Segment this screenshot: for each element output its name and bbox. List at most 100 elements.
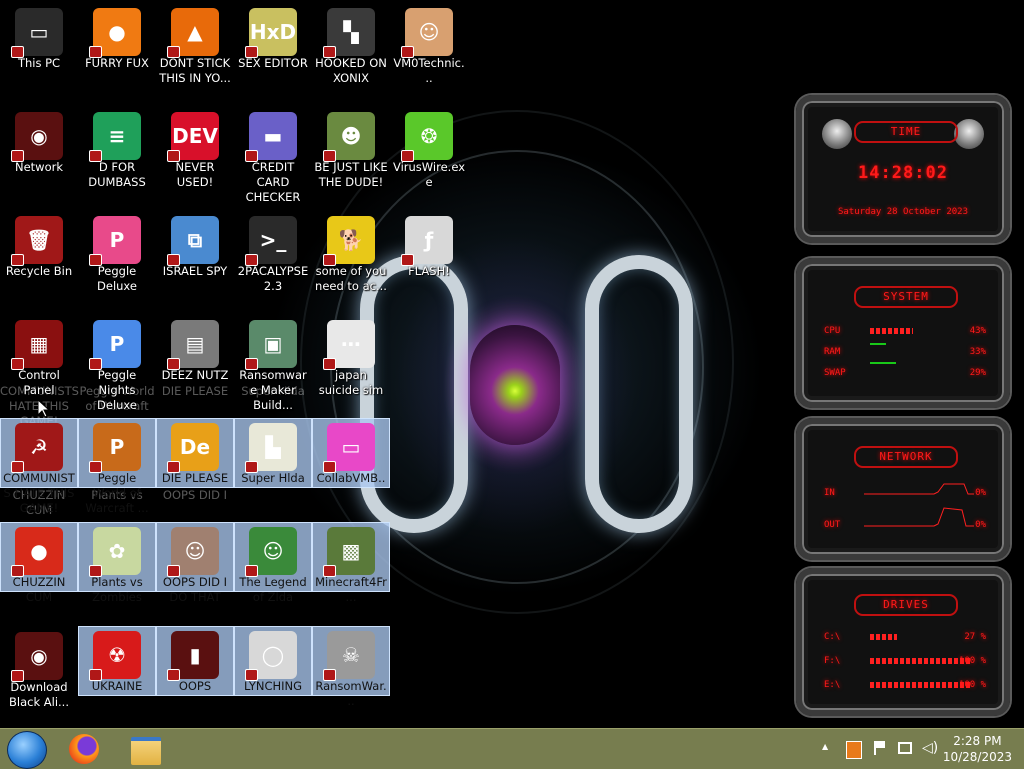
show-hidden-icons-button[interactable]: ▲ (822, 742, 828, 751)
desktop-icon[interactable]: ▮ OOPS (156, 626, 234, 696)
desktop-icon[interactable]: DEV NEVER USED! (156, 108, 234, 212)
start-button[interactable] (7, 731, 47, 769)
desktop-icon[interactable]: ☺ The Legend of Zlda (234, 522, 312, 604)
shortcut-badge-icon (323, 565, 336, 577)
desktop-icon[interactable]: ☢ UKRAINE (78, 626, 156, 696)
shortcut-badge-icon (167, 358, 180, 370)
system-gadget[interactable]: SYSTEM CPU 43% RAM 33% SWAP 29% (796, 258, 1010, 408)
program-icon: ● (11, 527, 63, 577)
desktop-icon[interactable]: ☺ OOPS DID I DO THAT (156, 522, 234, 604)
program-icon: ▬ (245, 112, 297, 162)
program-icon: ▣ (245, 320, 297, 370)
network-in-row: IN 0% (824, 483, 986, 500)
cpu-label: CPU (824, 326, 841, 336)
desktop-icon[interactable]: ▣ Ransomware Maker Build... (234, 316, 312, 420)
shortcut-badge-icon (167, 150, 180, 162)
program-icon: ⧉ (167, 216, 219, 266)
drive-c-value: 27 % (964, 632, 986, 642)
taskbar-firefox-button[interactable] (62, 732, 106, 766)
desktop-icon[interactable]: ● FURRY FUX (78, 4, 156, 108)
mouse-cursor-icon (38, 400, 50, 418)
drives-gadget-title: DRIVES (854, 594, 958, 616)
shortcut-badge-icon (323, 150, 336, 162)
desktop-icon[interactable]: ▬ CREDIT CARD CHECKER (234, 108, 312, 212)
tray-app-icon[interactable] (846, 741, 862, 759)
desktop-icon[interactable]: ⋯ japan suicide sim (312, 316, 390, 420)
desktop-icon[interactable]: ≡ D FOR DUMBASS (78, 108, 156, 212)
desktop-icon[interactable]: P Peggle Nights Deluxe (78, 316, 156, 420)
network-icon[interactable] (898, 742, 912, 754)
desktop-icon[interactable]: ✿ Plants vs Zombies (78, 522, 156, 604)
shortcut-badge-icon (323, 669, 336, 681)
shortcut-badge-icon (323, 358, 336, 370)
desktop-icon[interactable]: ƒ FLASH! (390, 212, 468, 316)
program-icon: DEV (167, 112, 219, 162)
desktop-icon[interactable]: ◯ LYNCHING (234, 626, 312, 696)
time-gadget[interactable]: TIME 14:28:02 Saturday 28 October 2023 (796, 95, 1010, 243)
desktop-icon[interactable]: P Peggle Deluxe (78, 212, 156, 316)
desktop-icon[interactable]: ☻ BE JUST LIKE THE DUDE! (312, 108, 390, 212)
desktop-icon[interactable]: ☠ RansomWar... (312, 626, 390, 708)
program-icon: ▭ (11, 8, 63, 58)
desktop-icon[interactable]: ▤ DEEZ NUTZ (156, 316, 234, 420)
desktop-icon[interactable]: ☺ VM0Technic... (390, 4, 468, 108)
drives-gadget[interactable]: DRIVES C:\ 27 % F:\ 100 % E:\ 100 % (796, 568, 1010, 716)
desktop-icon-label: ISRAEL SPY (162, 264, 228, 278)
taskbar: ▲ ◁) 2:28 PM 10/28/2023 (0, 728, 1024, 769)
shortcut-badge-icon (89, 358, 102, 370)
firefox-icon (69, 734, 99, 764)
shortcut-badge-icon (323, 46, 336, 58)
shortcut-badge-icon (401, 150, 414, 162)
desktop-icon[interactable]: ⧉ ISRAEL SPY (156, 212, 234, 316)
desktop-icon[interactable]: P Peggle World of Warcraft ... (78, 418, 156, 515)
program-icon: ◯ (245, 631, 297, 681)
desktop-icon[interactable]: ◉ Download Black Ali... (0, 628, 78, 728)
desktop-icon[interactable]: ▚ HOOKED ON XONIX (312, 4, 390, 108)
volume-icon[interactable]: ◁) (922, 740, 938, 756)
desktop-icon-label: BE JUST LIKE THE DUDE! (314, 160, 388, 189)
shortcut-badge-icon (245, 358, 258, 370)
desktop-icon[interactable]: ▭ This PC (0, 4, 78, 108)
flag-icon[interactable] (874, 741, 888, 755)
program-icon: ▭ (323, 423, 375, 473)
shortcut-badge-icon (89, 461, 102, 473)
desktop-icon[interactable]: 🐕 some of you need to ac... (312, 212, 390, 316)
program-icon: ☭ (11, 423, 63, 473)
desktop-icon[interactable]: ● CHUZZIN CUM (0, 522, 78, 604)
taskbar-clock[interactable]: 2:28 PM 10/28/2023 (943, 733, 1012, 765)
shortcut-badge-icon (245, 669, 258, 681)
desktop-icon[interactable]: ▩ Minecraft4Fr... (312, 522, 390, 604)
shortcut-badge-icon (245, 461, 258, 473)
desktop-icon[interactable]: >_ 2PACALYPSE 2.3 (234, 212, 312, 316)
taskbar-time: 2:28 PM (953, 734, 1002, 748)
desktop-icon-label: Network (14, 160, 64, 174)
program-icon: ⋯ (323, 320, 375, 370)
drive-c-label: C:\ (824, 632, 841, 642)
drive-e-value: 100 % (958, 680, 986, 690)
program-icon: P (89, 320, 141, 370)
desktop-icon[interactable]: ▙ Super Hlda (234, 418, 312, 488)
network-in-graph (864, 483, 974, 495)
desktop-icon[interactable]: ▭ CollabVMB... (312, 418, 390, 500)
shortcut-badge-icon (167, 461, 180, 473)
taskbar-file-explorer-button[interactable] (124, 732, 168, 766)
desktop-icon-label: SEX EDITOR (238, 56, 308, 70)
desktop-icon[interactable]: De DIE PLEASE (156, 418, 234, 488)
desktop-icon[interactable]: HxD SEX EDITOR (234, 4, 312, 108)
desktop-icon-label: This PC (17, 56, 61, 70)
desktop-icon-label: 2PACALYPSE 2.3 (237, 264, 309, 293)
network-in-value: 0% (975, 488, 986, 498)
desktop-icon[interactable]: 🗑 Recycle Bin (0, 212, 78, 316)
desktop-icon[interactable]: ◉ Network (0, 108, 78, 212)
network-gadget[interactable]: NETWORK IN 0% OUT 0% (796, 418, 1010, 560)
shortcut-badge-icon (11, 565, 24, 577)
alien-logo-right-icon (954, 119, 984, 149)
desktop-icon-label: CREDIT CARD CHECKER (245, 160, 301, 204)
desktop-icon[interactable]: ☭ COMMUNISTS HATE THIS GAME! (0, 418, 78, 515)
program-icon: ☺ (167, 527, 219, 577)
desktop-icon-label: Peggle Nights Deluxe (97, 368, 137, 412)
shortcut-badge-icon (167, 46, 180, 58)
desktop-icon[interactable]: ▲ DONT STICK THIS IN YO... (156, 4, 234, 108)
desktop-icon-label: VM0Technic... (393, 56, 465, 85)
desktop-icon[interactable]: ❂ VirusWire.exe (390, 108, 468, 212)
